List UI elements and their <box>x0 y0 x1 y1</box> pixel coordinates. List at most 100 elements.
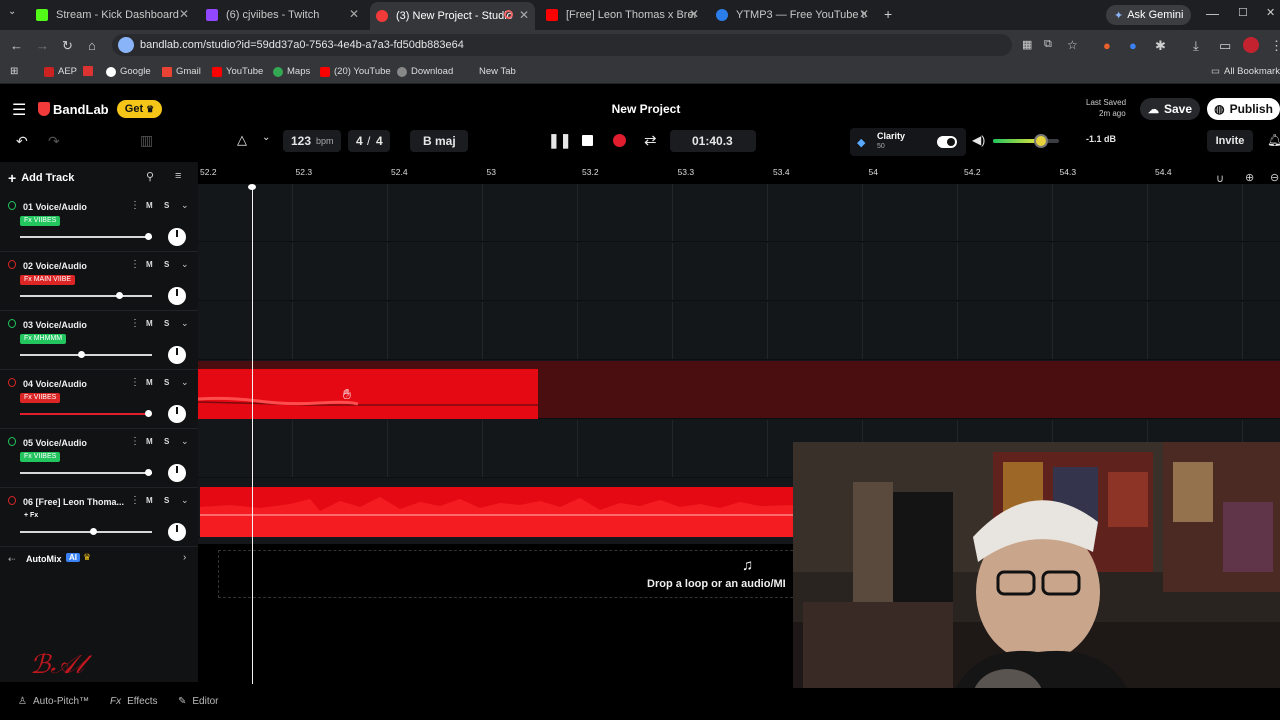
track-fx-badge[interactable]: Fx VIIBES <box>20 393 61 403</box>
volume-knob[interactable] <box>1034 134 1049 148</box>
extension-icon[interactable]: ● <box>1103 38 1111 53</box>
drop-zone[interactable]: ♫ Drop a loop or an audio/MI <box>218 550 798 598</box>
track-volume-slider[interactable] <box>20 233 152 240</box>
track-header[interactable]: 05 Voice/Audio Fx VIIBES ⋮ M S ⌄ <box>0 430 198 488</box>
all-bookmarks[interactable]: ▭ All Bookmark <box>1211 66 1280 77</box>
reload-icon[interactable]: ↻ <box>62 38 73 54</box>
tab-search-icon[interactable]: ⌄ <box>8 6 16 17</box>
pan-knob[interactable] <box>168 405 186 423</box>
solo-button[interactable]: S <box>164 319 169 328</box>
extension-icon[interactable]: ● <box>1129 38 1137 53</box>
minimize-icon[interactable]: — <box>1206 6 1219 21</box>
track-name[interactable]: 03 Voice/Audio <box>23 320 87 330</box>
track-power-icon[interactable] <box>8 201 16 210</box>
site-info-icon[interactable] <box>118 37 134 53</box>
track-name[interactable]: 06 [Free] Leon Thoma... <box>23 497 124 507</box>
pan-knob[interactable] <box>168 523 186 541</box>
bookmark-aep[interactable]: AEP <box>44 66 77 77</box>
time-signature-field[interactable]: 4 / 4 <box>348 130 390 152</box>
clarity-toggle[interactable] <box>937 136 957 148</box>
solo-button[interactable]: S <box>164 260 169 269</box>
speaker-icon[interactable]: ◀) <box>972 133 985 147</box>
extensions-icon[interactable]: ✱ <box>1155 38 1166 54</box>
track-fx-badge[interactable]: Fx VIIBES <box>20 452 61 462</box>
maximize-icon[interactable]: ☐ <box>1238 6 1248 19</box>
track-header[interactable]: 03 Voice/Audio Fx MHMMM ⋮ M S ⌄ <box>0 312 198 370</box>
bookmark-youtube[interactable]: YouTube <box>212 66 263 77</box>
key-field[interactable]: B maj <box>410 130 468 152</box>
track-name[interactable]: 04 Voice/Audio <box>23 379 87 389</box>
new-tab-icon[interactable]: + <box>884 6 892 22</box>
track-lane-selected[interactable]: ✋︎ <box>198 361 1280 419</box>
bookmark-new-tab[interactable]: New Tab <box>479 66 516 77</box>
track-menu-icon[interactable]: ⋮ <box>130 200 140 211</box>
solo-button[interactable]: S <box>164 378 169 387</box>
track-name[interactable]: 05 Voice/Audio <box>23 438 87 448</box>
mute-button[interactable]: M <box>146 378 153 387</box>
bookmark-download[interactable]: Download <box>397 66 453 77</box>
hamburger-menu-icon[interactable]: ☰ <box>12 100 26 120</box>
audio-region-beat[interactable] <box>200 487 794 537</box>
chevron-down-icon[interactable]: ⌄ <box>262 132 270 143</box>
bookmark-gmail-icon[interactable] <box>83 66 97 76</box>
redo-icon[interactable]: ↷ <box>48 133 60 150</box>
close-tab-icon[interactable]: ✕ <box>519 8 529 22</box>
bookmark-star-icon[interactable]: ☆ <box>1067 38 1078 52</box>
pan-knob[interactable] <box>168 346 186 364</box>
track-power-icon[interactable] <box>8 496 16 505</box>
back-icon[interactable]: ← <box>10 38 23 53</box>
mute-button[interactable]: M <box>146 260 153 269</box>
home-icon[interactable]: ⌂ <box>88 38 96 53</box>
volume-knob[interactable] <box>90 528 97 535</box>
close-tab-icon[interactable]: ✕ <box>349 7 359 21</box>
track-menu-icon[interactable]: ⋮ <box>130 495 140 506</box>
volume-knob[interactable] <box>145 233 152 240</box>
track-fx-badge[interactable]: Fx VIIBES <box>20 216 61 226</box>
split-icon[interactable]: ▭ <box>1219 38 1231 54</box>
track-menu-icon[interactable]: ⋮ <box>130 436 140 447</box>
track-volume-slider[interactable] <box>20 410 152 417</box>
tab-kick[interactable]: Stream - Kick Dashboard ✕ <box>30 4 195 26</box>
track-name[interactable]: 01 Voice/Audio <box>23 202 87 212</box>
cast-icon[interactable]: ▦ <box>1022 38 1032 51</box>
chevron-down-icon[interactable]: ⌄ <box>181 436 189 447</box>
solo-button[interactable]: S <box>164 496 169 505</box>
metronome-icon[interactable]: △ <box>237 132 247 148</box>
forward-icon[interactable]: → <box>36 38 49 53</box>
save-button[interactable]: ☁ Save <box>1140 98 1200 120</box>
stop-button[interactable] <box>582 135 593 146</box>
chevron-down-icon[interactable]: ⌄ <box>181 318 189 329</box>
solo-button[interactable]: S <box>164 201 169 210</box>
mute-button[interactable]: M <box>146 496 153 505</box>
track-fx-badge[interactable]: Fx MAIN VIIBE <box>20 275 76 285</box>
track-header[interactable]: 02 Voice/Audio Fx MAIN VIIBE ⋮ M S ⌄ <box>0 253 198 311</box>
ask-gemini-button[interactable]: ✦ Ask Gemini <box>1106 5 1192 25</box>
pan-knob[interactable] <box>168 228 186 246</box>
timeline-ruler[interactable]: 52.2 52.3 52.4 53 53.2 53.3 53.4 54 54.2 54.3 54.4 <box>198 162 1280 184</box>
loop-icon[interactable]: ⇄ <box>644 131 657 149</box>
bookmark-gmail[interactable]: Gmail <box>162 66 201 77</box>
track-header[interactable]: 01 Voice/Audio Fx VIIBES ⋮ M S ⌄ <box>0 194 198 252</box>
track-power-icon[interactable] <box>8 260 16 269</box>
track-lane[interactable] <box>198 184 1280 242</box>
track-lane[interactable] <box>198 243 1280 301</box>
mute-button[interactable]: M <box>146 319 153 328</box>
track-volume-slider[interactable] <box>20 469 152 476</box>
notification-bell-icon[interactable]: 🔔︎ <box>1267 133 1280 147</box>
bookmark-maps[interactable]: Maps <box>273 66 310 77</box>
volume-knob[interactable] <box>116 292 123 299</box>
effects-button[interactable]: Fx Effects <box>110 696 158 707</box>
audio-region[interactable] <box>198 369 538 419</box>
invite-button[interactable]: Invite <box>1207 130 1253 152</box>
track-lane[interactable] <box>198 302 1280 360</box>
solo-button[interactable]: S <box>164 437 169 446</box>
tab-ytmp3[interactable]: YTMP3 — Free YouTube to MP ✕ <box>710 4 875 26</box>
chevron-down-icon[interactable]: ⌄ <box>181 259 189 270</box>
mute-button[interactable]: M <box>146 437 153 446</box>
track-menu-icon[interactable]: ⋮ <box>130 318 140 329</box>
pan-knob[interactable] <box>168 287 186 305</box>
profile-avatar[interactable] <box>1243 37 1259 53</box>
automix-row[interactable]: ⇠ AutoMix AI ♛ › <box>0 548 198 572</box>
zoom-icon[interactable]: ⊕ <box>1245 171 1254 184</box>
track-menu-icon[interactable]: ⋮ <box>130 259 140 270</box>
